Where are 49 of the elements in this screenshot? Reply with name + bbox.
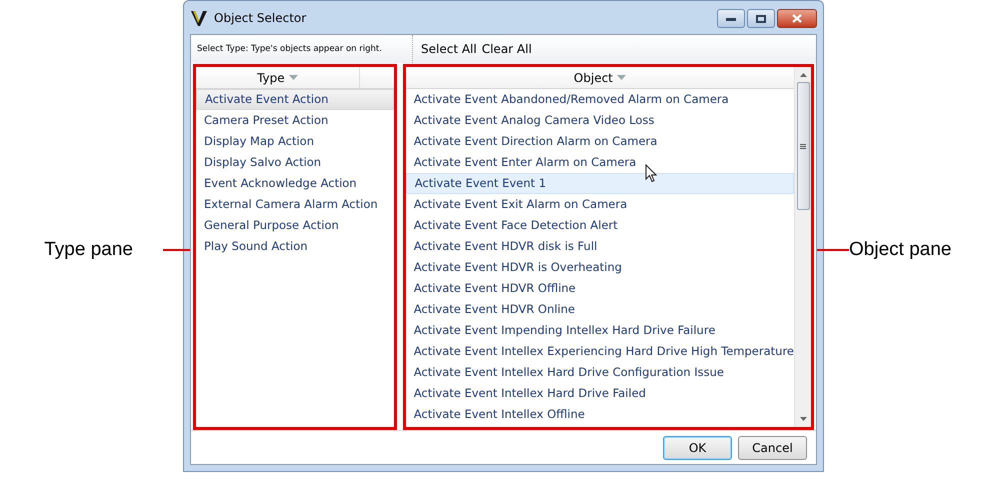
list-item[interactable]: Activate Event Intellex Hard Drive Failed bbox=[406, 383, 794, 404]
sort-icon bbox=[616, 75, 626, 80]
logo-icon bbox=[190, 8, 208, 26]
scrollbar[interactable] bbox=[794, 67, 811, 427]
list-item[interactable]: Event Acknowledge Action bbox=[196, 173, 394, 194]
scroll-thumb[interactable] bbox=[796, 82, 810, 210]
dialog-button[interactable]: OK bbox=[663, 436, 732, 460]
list-item[interactable]: Activate Event Impending Intellex Hard Drive Failure bbox=[406, 320, 794, 341]
list-item[interactable]: Activate Event Intellex Experiencing Hard Drive High Temperature bbox=[406, 341, 794, 362]
minimize-icon bbox=[726, 16, 736, 20]
list-item[interactable]: Camera Preset Action bbox=[196, 110, 394, 131]
list-item[interactable]: Activate Event Analog Camera Video Loss bbox=[406, 110, 794, 131]
close-button[interactable] bbox=[777, 9, 817, 28]
callout-label: Object pane bbox=[849, 238, 952, 262]
list-item[interactable]: Activate Event Abandoned/Removed Alarm on Camera bbox=[406, 89, 794, 110]
list-item[interactable]: Activate Event Direction Alarm on Camera bbox=[406, 131, 794, 152]
close-icon bbox=[792, 14, 802, 23]
minimize-button[interactable] bbox=[717, 9, 745, 28]
leader-line bbox=[163, 249, 190, 252]
list-item[interactable]: Activate Event HDVR Offline bbox=[406, 278, 794, 299]
list-item[interactable]: General Purpose Action bbox=[196, 215, 394, 236]
maximize-icon bbox=[756, 14, 766, 22]
toolbar-link[interactable]: Select All bbox=[421, 40, 477, 58]
list-item[interactable]: Activate Event Intellex Hard Drive Configuration Issue bbox=[406, 362, 794, 383]
list-item[interactable]: Activate Event HDVR Online bbox=[406, 299, 794, 320]
scroll-up-icon bbox=[800, 73, 806, 77]
list-item[interactable]: Display Map Action bbox=[196, 131, 394, 152]
list-item[interactable]: Activate Event Face Detection Alert bbox=[406, 215, 794, 236]
window-title: Object Selector bbox=[214, 10, 306, 26]
list-item[interactable]: Play Sound Action bbox=[196, 236, 394, 257]
maximize-button[interactable] bbox=[747, 9, 775, 28]
column-header[interactable]: Object bbox=[406, 67, 794, 88]
list-item[interactable]: Display Salvo Action bbox=[196, 152, 394, 173]
grip-icon bbox=[800, 144, 806, 148]
dialog-button[interactable]: Cancel bbox=[738, 436, 807, 460]
list-item[interactable]: Activate Event HDVR is Overheating bbox=[406, 257, 794, 278]
list-item[interactable]: Activate Event Intellex Offline bbox=[406, 404, 794, 425]
list-item[interactable]: Activate Event HDVR disk is Full bbox=[406, 236, 794, 257]
list-item[interactable]: Activate Event Enter Alarm on Camera bbox=[406, 152, 794, 173]
mouse-pointer-icon bbox=[644, 164, 657, 183]
sort-icon bbox=[288, 75, 298, 80]
list-item[interactable]: Activate Event Exit Alarm on Camera bbox=[406, 194, 794, 215]
hint-text: Select Type: Type's objects appear on right. bbox=[197, 42, 382, 56]
toolbar-link[interactable]: Clear All bbox=[482, 40, 532, 58]
leader-line bbox=[817, 249, 849, 252]
list-item[interactable]: External Camera Alarm Action bbox=[196, 194, 394, 215]
list-item[interactable]: Activate Event Action bbox=[196, 89, 394, 110]
callout-label: Type pane bbox=[44, 238, 133, 262]
scroll-down-icon bbox=[800, 417, 806, 421]
